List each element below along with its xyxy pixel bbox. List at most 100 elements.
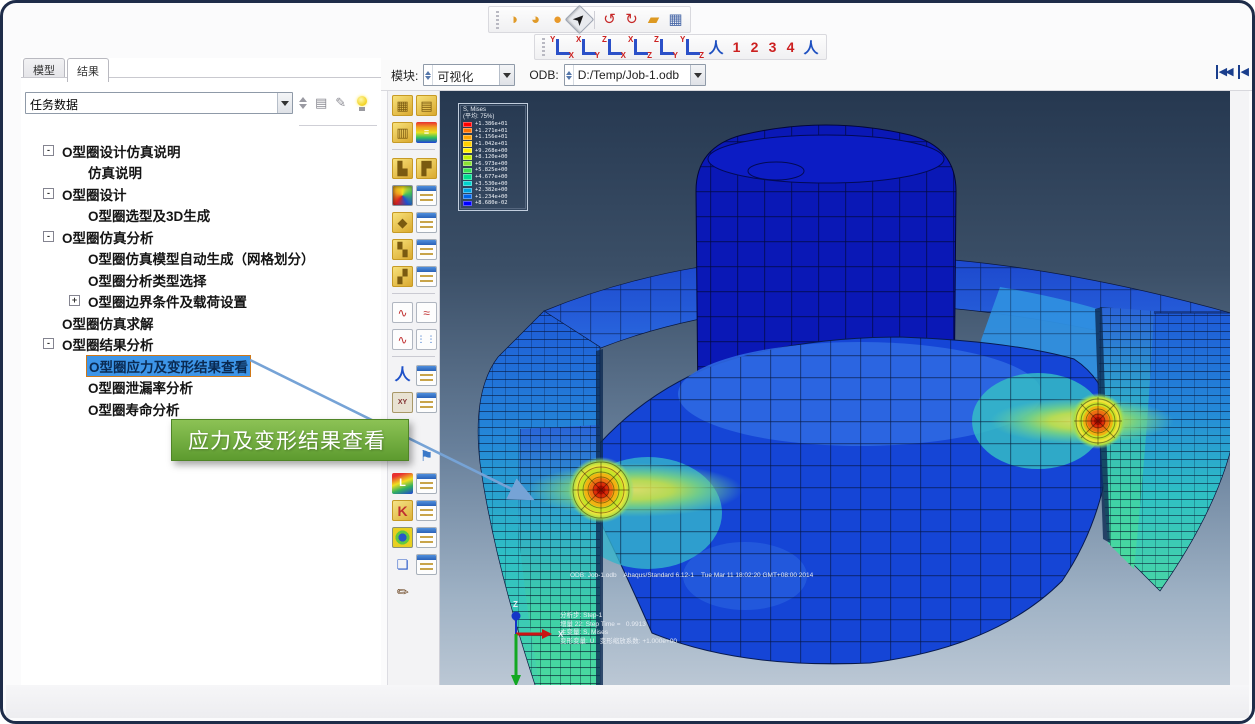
collapse-icon[interactable]: - [43, 338, 54, 349]
odb-combobox[interactable]: D:/Temp/Job-1.odb [564, 64, 706, 86]
tree-item[interactable]: O型圈仿真模型自动生成（网格划分） [23, 248, 379, 270]
display-group-icon[interactable]: ❏ [392, 554, 413, 575]
view-iso-button[interactable]: 人 [705, 37, 727, 58]
folder-up-icon[interactable]: ▤ [315, 95, 327, 111]
custom-view-button[interactable]: 人 [800, 37, 822, 58]
legend-entry: +1.234e+00 [463, 194, 525, 201]
toolbox-row: ▦▤ [392, 95, 439, 116]
module-dropdown-arrow[interactable] [499, 65, 514, 85]
symbol-options-icon[interactable] [416, 212, 437, 233]
undo-icon[interactable]: ↺ [599, 9, 620, 30]
legend-entry: +1.386e+01 [463, 121, 525, 128]
module-combobox[interactable]: 可视化 [423, 64, 515, 86]
animate-time-history-icon[interactable]: ∿ [392, 302, 413, 323]
plot-undeformed-shape-icon[interactable]: ▙ [392, 158, 413, 179]
tree-expander-slot[interactable]: - [43, 338, 55, 350]
saved-view-2-button[interactable]: 2 [746, 39, 763, 55]
view-bottom-button[interactable]: XZ [627, 36, 652, 58]
legend-value: +4.677e+00 [475, 174, 507, 180]
saved-view-3-button[interactable]: 3 [764, 39, 781, 55]
plot-contours-icon[interactable] [392, 185, 413, 206]
k-spectrum-icon[interactable]: K [392, 500, 413, 521]
view-manip-rings-a-icon[interactable]: ◑ [503, 9, 524, 30]
legend-color-chip [463, 155, 472, 160]
toolbox-separator [392, 293, 435, 294]
spectrum-manager-icon[interactable]: ≡ [416, 122, 437, 143]
view-manip-rings-b-icon[interactable]: ◕ [525, 9, 546, 30]
tree-item[interactable]: O型圈仿真求解 [23, 312, 379, 334]
collapse-icon[interactable]: - [43, 188, 54, 199]
print-export-icon[interactable]: ➤ [565, 5, 595, 35]
view-left-button[interactable]: ZY [653, 36, 678, 58]
view-back-button[interactable]: XY [575, 36, 600, 58]
view-right-button[interactable]: YZ [679, 36, 704, 58]
expand-icon[interactable]: + [69, 295, 80, 306]
xy-file-dialog-icon[interactable] [416, 392, 437, 413]
tree-item[interactable]: +O型圈边界条件及载荷设置 [23, 291, 379, 313]
redo-icon[interactable]: ↻ [621, 9, 642, 30]
superimpose-options-icon[interactable] [416, 266, 437, 287]
tab-results[interactable]: 结果 [67, 58, 109, 82]
display-group-options-icon[interactable] [416, 554, 437, 575]
tree-expander-slot[interactable]: + [69, 295, 81, 307]
xy-curve-options-icon[interactable]: ⋮⋮ [416, 329, 437, 350]
odb-spinner[interactable] [565, 65, 574, 85]
link-edit-icon[interactable]: ✎ [335, 95, 346, 111]
module-spinner[interactable] [424, 65, 433, 85]
view-front-button[interactable]: YX [549, 36, 574, 58]
xy-keyboard-input-icon[interactable]: XY [392, 392, 413, 413]
frame-state-block: 分析步: Step-1增量 22: Step Time = 0.9913主变量:… [560, 612, 677, 646]
tree-item[interactable]: O型圈应力及变形结果查看 [23, 355, 379, 377]
tree-item[interactable]: O型圈选型及3D生成 [23, 205, 379, 227]
task-data-combobox[interactable]: 任务数据 [25, 92, 293, 114]
color-code-icon[interactable]: ✎ [388, 577, 418, 607]
tree-item[interactable]: O型圈寿命分析 [23, 398, 379, 420]
frame-selector-icon[interactable]: ▤ [416, 95, 437, 116]
toolbar-grip[interactable] [496, 11, 499, 29]
collapse-icon[interactable]: - [43, 231, 54, 242]
tree-item[interactable]: 仿真说明 [23, 162, 379, 184]
odb-dropdown-arrow[interactable] [690, 65, 705, 85]
view-cut-manager-icon[interactable] [392, 527, 413, 548]
viewport-canvas[interactable]: Z X Y S, Mises (平均: 75%) +1.386e+01+1.27… [440, 91, 1236, 688]
task-data-dropdown-arrow[interactable] [277, 93, 292, 113]
tree-item[interactable]: O型圈泄漏率分析 [23, 377, 379, 399]
view-top-button[interactable]: ZX [601, 36, 626, 58]
tree-expander-slot[interactable]: - [43, 231, 55, 243]
k-options-icon[interactable] [416, 500, 437, 521]
tree-item[interactable]: -O型圈设计 [23, 183, 379, 205]
animate-scale-factor-icon[interactable]: ≈ [416, 302, 437, 323]
tree-item[interactable]: -O型圈仿真分析 [23, 226, 379, 248]
view-cut-options-icon[interactable] [416, 527, 437, 548]
tree-item-label: O型圈设计 [60, 184, 129, 204]
legend-options-icon[interactable] [416, 473, 437, 494]
lightbulb-icon[interactable] [356, 96, 368, 111]
toolbar-grip[interactable] [542, 38, 545, 56]
plot-symbols-icon[interactable]: ◆ [392, 212, 413, 233]
render-monitor-icon[interactable]: ▦ [665, 9, 686, 30]
common-plot-options-icon[interactable]: ▞ [392, 266, 413, 287]
xy-options-dialog-icon[interactable] [416, 365, 437, 386]
first-frame-button[interactable]: ◀◀ [1216, 65, 1232, 79]
create-xy-data-icon[interactable]: 人 [392, 365, 413, 386]
tree-expander-slot[interactable]: - [43, 188, 55, 200]
collapse-icon[interactable]: - [43, 145, 54, 156]
legend-spectrum-icon[interactable]: L [392, 473, 413, 494]
contour-options-icon[interactable] [416, 185, 437, 206]
saved-view-4-button[interactable]: 4 [782, 39, 799, 55]
tree-item[interactable]: -O型圈设计仿真说明 [23, 140, 379, 162]
file-open-icon[interactable]: ▰ [643, 9, 664, 30]
tree-item[interactable]: O型圈分析类型选择 [23, 269, 379, 291]
prev-frame-button[interactable]: ◀ [1238, 65, 1247, 79]
tree-item[interactable]: -O型圈结果分析 [23, 334, 379, 356]
task-spinner[interactable] [299, 93, 307, 113]
flag-symbols-alt-icon[interactable]: ⚑ [416, 446, 437, 467]
orientation-options-icon[interactable] [416, 239, 437, 260]
plot-deformed-shape-icon[interactable]: ▛ [416, 158, 437, 179]
field-output-icon[interactable]: ▦ [392, 95, 413, 116]
plot-material-orientations-icon[interactable]: ▚ [392, 239, 413, 260]
result-options-icon[interactable]: ▥ [392, 122, 413, 143]
saved-view-1-button[interactable]: 1 [728, 39, 745, 55]
tree-expander-slot[interactable]: - [43, 145, 55, 157]
xy-data-manager-icon[interactable]: ∿ [392, 329, 413, 350]
